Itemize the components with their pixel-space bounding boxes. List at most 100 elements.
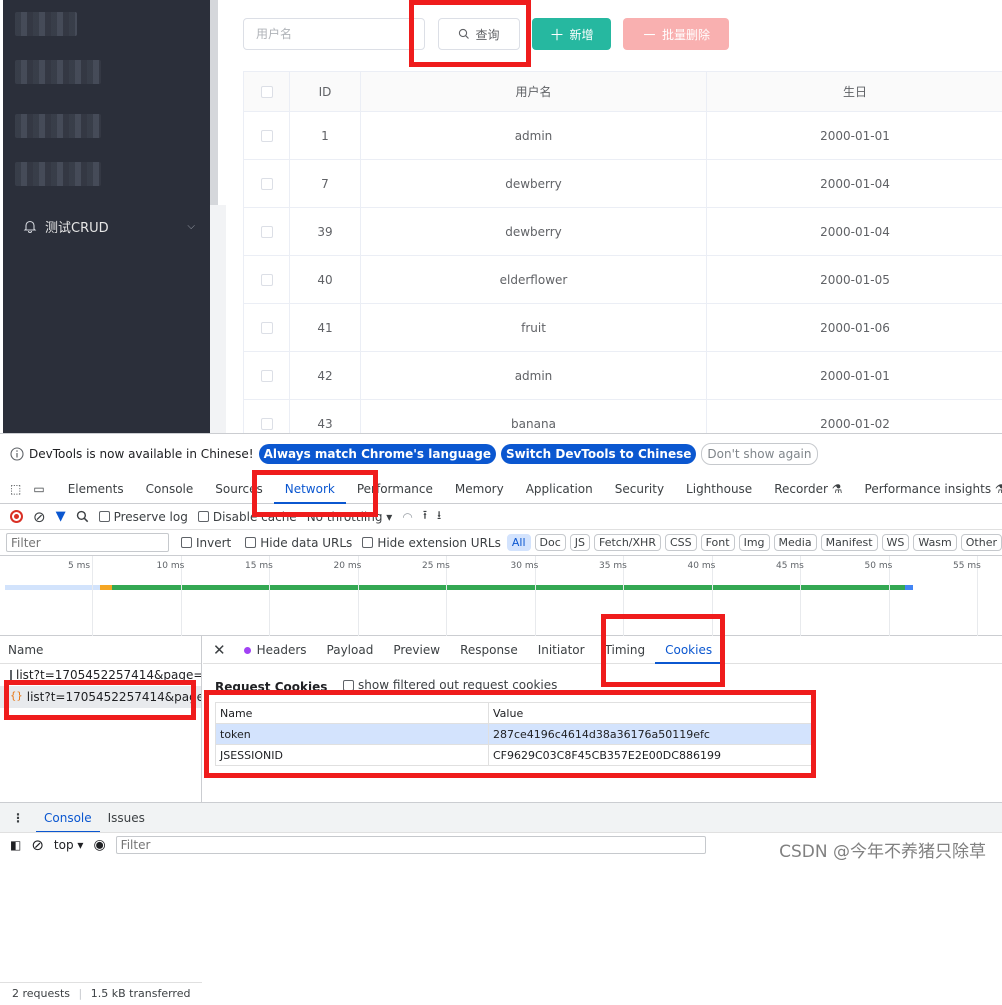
type-filter-doc[interactable]: Doc	[535, 534, 566, 551]
invert-checkbox[interactable]: Invert	[181, 536, 231, 550]
blurred-menu-item[interactable]	[15, 162, 101, 186]
table-row[interactable]: 1admin2000-01-01	[244, 112, 1002, 160]
row-select-cell	[244, 256, 290, 304]
match-language-button[interactable]: Always match Chrome's language	[259, 444, 496, 464]
inspect-element-icon[interactable]: ⬚	[0, 474, 27, 504]
tab-headers[interactable]: Headers	[234, 636, 317, 664]
throttling-select[interactable]: No throttling ▾	[307, 510, 393, 524]
sidebar-item-crud-test[interactable]: 测试CRUD ⌵	[11, 208, 205, 244]
sidebar-item-label: 测试CRUD	[45, 217, 109, 236]
type-filter-ws[interactable]: WS	[882, 534, 910, 551]
request-row[interactable]: list?t=1705452257414&page=...	[0, 664, 201, 686]
tab-network[interactable]: Network	[274, 474, 346, 504]
scrollbar[interactable]	[210, 0, 218, 205]
device-toolbar-icon[interactable]: ▭	[27, 474, 56, 504]
filter-funnel-icon[interactable]: ▼	[56, 509, 66, 524]
show-filtered-label: show filtered out request cookies	[358, 678, 557, 692]
tab-initiator[interactable]: Initiator	[528, 636, 595, 664]
context-select[interactable]: top ▾	[54, 838, 84, 852]
cell-birthday: 2000-01-06	[707, 304, 1002, 352]
cookie-row[interactable]: JSESSIONID CF9629C03C8F45CB357E2E00DC886…	[216, 745, 812, 766]
column-header-name[interactable]: Name	[216, 703, 489, 724]
add-button-label: 新增	[570, 26, 594, 43]
eye-icon[interactable]: ◉	[93, 837, 105, 853]
tab-security[interactable]: Security	[604, 474, 675, 504]
show-filtered-cookies-checkbox[interactable]: show filtered out request cookies	[343, 678, 557, 692]
table-row[interactable]: 43banana2000-01-02	[244, 400, 1002, 434]
table-row[interactable]: 7dewberry2000-01-04	[244, 160, 1002, 208]
type-filter-other[interactable]: Other	[961, 534, 1002, 551]
row-select-cell	[244, 400, 290, 434]
type-filter-css[interactable]: CSS	[665, 534, 697, 551]
clear-console-icon[interactable]: ⊘	[31, 836, 44, 854]
console-filter-input[interactable]	[116, 836, 706, 854]
transferred-size: 1.5 kB transferred	[91, 987, 191, 1000]
cookie-row[interactable]: token 287ce4196c4614d38a36176a50119efc	[216, 724, 812, 745]
tab-cookies[interactable]: Cookies	[655, 636, 722, 664]
type-filter-all[interactable]: All	[507, 534, 531, 551]
drawer-tab-issues[interactable]: Issues	[100, 803, 153, 833]
blurred-menu-item[interactable]	[15, 12, 77, 36]
type-filter-fetchxhr[interactable]: Fetch/XHR	[594, 534, 661, 551]
tab-payload[interactable]: Payload	[317, 636, 384, 664]
tab-timing[interactable]: Timing	[595, 636, 656, 664]
row-checkbox[interactable]	[261, 322, 273, 334]
tab-console[interactable]: Console	[135, 474, 205, 504]
query-button[interactable]: 查询	[438, 18, 520, 50]
import-har-icon[interactable]: ⭱	[423, 506, 427, 527]
drawer-tab-console[interactable]: Console	[36, 803, 100, 833]
search-icon[interactable]	[76, 510, 89, 523]
network-conditions-icon[interactable]: ◠	[402, 510, 412, 524]
dont-show-again-button[interactable]: Don't show again	[701, 443, 817, 465]
sidebar-toggle-icon[interactable]: ◧	[10, 838, 21, 852]
add-button[interactable]: ＋ 新增	[532, 18, 611, 50]
tab-recorder[interactable]: Recorder ⚗	[763, 474, 853, 504]
tab-performance-insights[interactable]: Performance insights ⚗	[854, 474, 1002, 504]
close-icon[interactable]: ✕	[203, 636, 234, 664]
table-row[interactable]: 41fruit2000-01-06	[244, 304, 1002, 352]
type-filter-img[interactable]: Img	[739, 534, 770, 551]
table-row[interactable]: 42admin2000-01-01	[244, 352, 1002, 400]
tab-memory[interactable]: Memory	[444, 474, 515, 504]
type-filter-media[interactable]: Media	[774, 534, 817, 551]
request-detail-tabs: ✕ Headers Payload Preview Response Initi…	[203, 636, 1002, 664]
row-checkbox[interactable]	[261, 418, 273, 430]
tab-sources[interactable]: Sources	[204, 474, 273, 504]
record-icon[interactable]	[10, 510, 23, 523]
select-all-checkbox[interactable]	[261, 86, 273, 98]
row-checkbox[interactable]	[261, 274, 273, 286]
row-checkbox[interactable]	[261, 226, 273, 238]
tab-performance[interactable]: Performance	[346, 474, 444, 504]
row-checkbox[interactable]	[261, 130, 273, 142]
disable-cache-checkbox[interactable]: Disable cache	[198, 510, 297, 524]
request-row[interactable]: {} list?t=1705452257414&page=...	[0, 686, 201, 708]
bulk-delete-button[interactable]: － 批量删除	[623, 18, 729, 50]
row-checkbox[interactable]	[261, 178, 273, 190]
row-checkbox[interactable]	[261, 370, 273, 382]
hide-extension-urls-checkbox[interactable]: Hide extension URLs	[362, 536, 501, 550]
more-options-icon[interactable]: ⋮	[0, 803, 36, 833]
type-filter-manifest[interactable]: Manifest	[821, 534, 878, 551]
tab-elements[interactable]: Elements	[57, 474, 135, 504]
network-filter-input[interactable]	[6, 533, 169, 552]
tab-response[interactable]: Response	[450, 636, 528, 664]
column-header-value[interactable]: Value	[489, 703, 812, 724]
table-row[interactable]: 40elderflower2000-01-05	[244, 256, 1002, 304]
type-filter-js[interactable]: JS	[570, 534, 590, 551]
export-har-icon[interactable]: ⭳	[437, 506, 441, 527]
row-select-cell	[244, 352, 290, 400]
username-search-input[interactable]	[243, 18, 425, 50]
type-filter-font[interactable]: Font	[701, 534, 735, 551]
switch-to-chinese-button[interactable]: Switch DevTools to Chinese	[501, 444, 696, 464]
tab-preview[interactable]: Preview	[383, 636, 450, 664]
blurred-menu-item[interactable]	[15, 114, 101, 138]
network-timeline-overview[interactable]: 5 ms10 ms15 ms20 ms25 ms30 ms35 ms40 ms4…	[0, 556, 1002, 636]
type-filter-wasm[interactable]: Wasm	[913, 534, 956, 551]
preserve-log-checkbox[interactable]: Preserve log	[99, 510, 188, 524]
tab-lighthouse[interactable]: Lighthouse	[675, 474, 763, 504]
table-row[interactable]: 39dewberry2000-01-04	[244, 208, 1002, 256]
blurred-menu-item[interactable]	[15, 60, 101, 84]
clear-icon[interactable]: ⊘	[33, 508, 46, 526]
hide-data-urls-checkbox[interactable]: Hide data URLs	[245, 536, 352, 550]
tab-application[interactable]: Application	[515, 474, 604, 504]
